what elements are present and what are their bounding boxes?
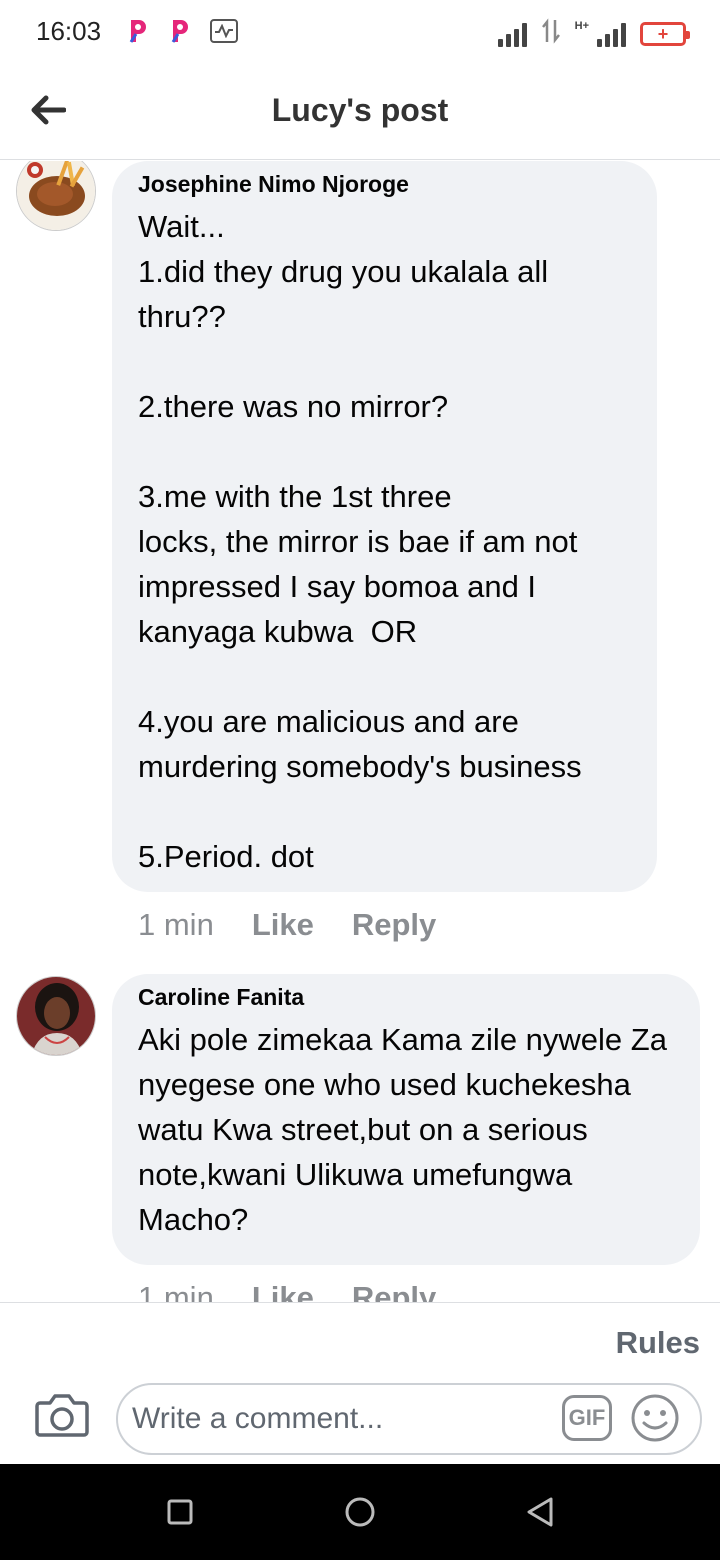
circle-icon bbox=[345, 1497, 375, 1527]
comment-text: Aki pole zimekaa Kama zile nywele Za nye… bbox=[138, 1022, 676, 1237]
comment-author[interactable]: Josephine Nimo Njoroge bbox=[138, 171, 631, 198]
status-bar: 16:03 H+ + bbox=[0, 0, 720, 66]
rules-link[interactable]: Rules bbox=[616, 1325, 700, 1361]
status-time: 16:03 bbox=[36, 16, 102, 46]
home-button[interactable] bbox=[340, 1492, 380, 1532]
square-icon bbox=[167, 1499, 193, 1525]
like-button[interactable]: Like bbox=[252, 1280, 314, 1302]
p-app-icon-2 bbox=[168, 18, 192, 44]
avatar[interactable] bbox=[16, 976, 96, 1056]
smiley-icon bbox=[631, 1394, 679, 1442]
emoji-button[interactable] bbox=[630, 1393, 680, 1443]
system-nav-bar bbox=[0, 1464, 720, 1560]
p-app-icon bbox=[126, 18, 150, 44]
app-header: Lucy's post bbox=[0, 66, 720, 160]
signal-icon-2 bbox=[597, 21, 626, 47]
reply-button[interactable]: Reply bbox=[352, 1280, 436, 1302]
reply-button[interactable]: Reply bbox=[352, 907, 436, 943]
back-nav-button[interactable] bbox=[520, 1492, 560, 1532]
comment-bubble[interactable]: Caroline Fanita Aki pole zimekaa Kama zi… bbox=[112, 974, 700, 1265]
gif-button[interactable]: GIF bbox=[562, 1395, 612, 1441]
battery-icon: + bbox=[640, 21, 690, 46]
like-button[interactable]: Like bbox=[252, 907, 314, 943]
network-type-label: H+ bbox=[574, 19, 589, 32]
comment-list[interactable]: Josephine Nimo Njoroge Wait... 1.did the… bbox=[0, 161, 720, 1302]
camera-icon bbox=[35, 1394, 89, 1437]
activity-icon bbox=[210, 19, 238, 43]
comment-actions: 1 min Like Reply bbox=[138, 907, 436, 943]
page-title: Lucy's post bbox=[271, 92, 449, 128]
triangle-back-icon bbox=[527, 1497, 553, 1527]
recents-button[interactable] bbox=[160, 1492, 200, 1532]
comment-bubble[interactable]: Josephine Nimo Njoroge Wait... 1.did the… bbox=[112, 161, 657, 892]
comment-time: 1 min bbox=[138, 1280, 214, 1302]
avatar[interactable] bbox=[16, 161, 96, 231]
comment-text: Wait... 1.did they drug you ukalala all … bbox=[138, 209, 582, 874]
comment-actions: 1 min Like Reply bbox=[138, 1280, 436, 1302]
camera-button[interactable] bbox=[34, 1391, 90, 1439]
data-arrows-icon bbox=[541, 18, 561, 49]
comment-author[interactable]: Caroline Fanita bbox=[138, 984, 674, 1011]
comment-input[interactable]: Write a comment... bbox=[116, 1383, 702, 1455]
comment-time: 1 min bbox=[138, 907, 214, 942]
signal-icon bbox=[497, 21, 527, 47]
system-icons: H+ + bbox=[497, 18, 690, 49]
notification-icons bbox=[126, 18, 238, 44]
comment-composer: Rules Write a comment... GIF bbox=[0, 1302, 720, 1464]
